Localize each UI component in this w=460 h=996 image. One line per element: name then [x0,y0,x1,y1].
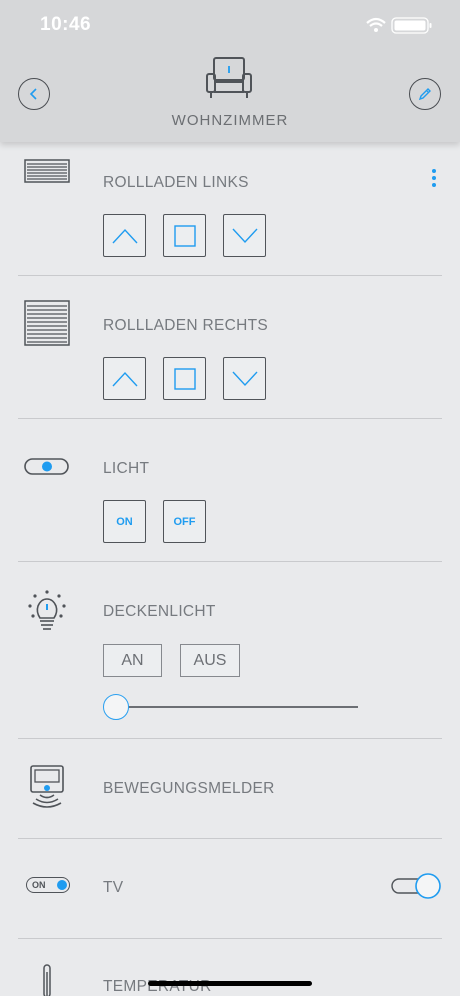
shutter-up-button[interactable] [103,357,146,400]
home-indicator[interactable] [148,981,312,986]
device-label: ROLLLADEN RECHTS [103,317,269,334]
divider [18,838,442,839]
licht-off-button[interactable]: OFF [163,500,206,543]
on-label: ON [116,515,133,528]
switch-knob [57,879,67,890]
wifi-icon [366,17,386,32]
status-icons [366,17,432,34]
device-label: BEWEGUNGSMELDER [103,780,275,797]
status-time: 10:46 [40,14,92,35]
dimmer-slider-track[interactable] [118,706,358,708]
shutter-stop-button[interactable] [163,214,206,257]
device-label: TV [103,879,124,896]
dimmer-slider-thumb[interactable] [103,694,129,720]
switch-on-icon: ON [26,877,70,893]
chevron-up-icon [111,371,138,386]
stop-icon [173,224,196,247]
switch-icon [24,458,69,475]
deckenlicht-an-button[interactable]: AN [103,644,162,677]
roller-shutter-icon [24,159,70,183]
back-button[interactable] [18,78,50,110]
divider [18,275,442,276]
device-label: LICHT [103,460,150,477]
status-bar: 10:46 [0,0,460,52]
tv-toggle[interactable] [390,872,442,900]
battery-icon [391,17,432,34]
shutter-up-button[interactable] [103,214,146,257]
chevron-left-icon [29,88,37,100]
page-title: WOHNZIMMER [171,112,289,129]
divider [18,561,442,562]
motion-sensor-icon [30,765,64,808]
shutter-down-button[interactable] [223,214,266,257]
shutter-stop-button[interactable] [163,357,206,400]
chevron-up-icon [111,228,138,243]
light-bulb-icon [28,590,66,630]
chevron-down-icon [231,371,258,386]
off-label: OFF [173,515,196,528]
device-label: ROLLLADEN LINKS [103,174,249,191]
switch-on-text: ON [32,880,46,890]
licht-on-button[interactable]: ON [103,500,146,543]
divider [18,738,442,739]
divider [18,938,442,939]
stop-icon [173,367,196,390]
pencil-icon [418,88,431,101]
device-label: DECKENLICHT [103,603,216,620]
thermometer-icon [43,964,51,996]
edit-button[interactable] [409,78,441,110]
sofa-icon [206,57,252,98]
deckenlicht-aus-button[interactable]: AUS [180,644,240,677]
more-options-icon[interactable] [430,168,438,188]
roller-shutter-icon [24,300,70,346]
chevron-down-icon [231,228,258,243]
divider [18,418,442,419]
shutter-down-button[interactable] [223,357,266,400]
